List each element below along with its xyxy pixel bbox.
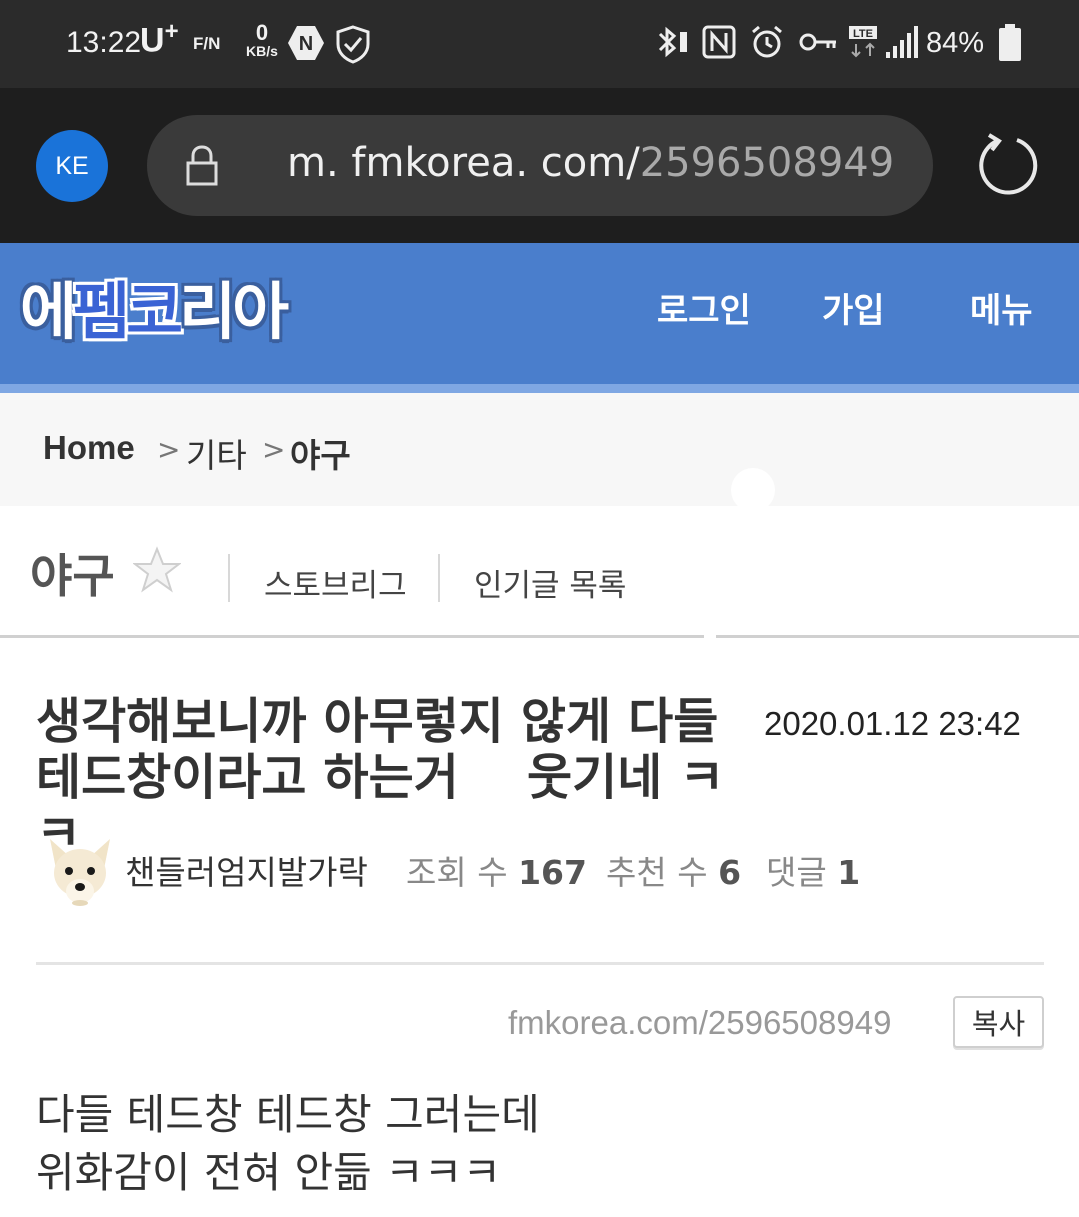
site-header: 에펨코리아 로그인 가입 메뉴: [0, 243, 1079, 384]
profile-avatar[interactable]: KE: [36, 130, 108, 202]
author-avatar[interactable]: [44, 835, 116, 907]
shield-check-icon: [334, 24, 372, 68]
alarm-icon: [749, 24, 785, 64]
key-icon: [798, 24, 838, 64]
login-link[interactable]: 로그인: [657, 283, 751, 332]
post-body: 다들 테드창 테드창 그러는데 위화감이 전혀 안듦 ㅋㅋㅋ: [36, 1086, 540, 1202]
join-link[interactable]: 가입: [822, 283, 885, 332]
carrier-sub-label: F/N: [193, 34, 221, 53]
lte-icon: LTE: [848, 24, 878, 64]
board-nav: 야구 스토브리그 인기글 목록: [0, 506, 1079, 636]
board-link-stove-league[interactable]: 스토브리그: [264, 560, 407, 605]
breadcrumb-separator: >: [262, 433, 286, 466]
board-underline: [0, 635, 704, 638]
signal-icon: [884, 24, 920, 64]
url-text: m. fmkorea. com/2596508949: [287, 140, 895, 186]
header-divider: [0, 384, 1079, 393]
recommend-count: 추천 수 6: [606, 853, 742, 892]
address-bar[interactable]: m. fmkorea. com/2596508949: [147, 115, 933, 216]
breadcrumb-category[interactable]: 기타: [186, 429, 247, 477]
post-short-link[interactable]: fmkorea.com/2596508949: [508, 1004, 891, 1042]
battery-percent: 84%: [926, 27, 985, 59]
lock-icon: [185, 145, 219, 191]
post-title: 생각해보니까 아무렇지 않게 다들 테드창이라고 하는거 웃기네 ㅋㅋ: [36, 693, 725, 862]
battery-icon: [998, 24, 1022, 66]
author-name[interactable]: 챈들러엄지발가락: [125, 846, 368, 894]
view-count: 조회 수 167: [406, 853, 587, 892]
divider: [438, 554, 440, 602]
status-time: 13:22: [66, 26, 142, 59]
svg-text:N: N: [299, 33, 313, 55]
breadcrumb: Home > 기타 > 야구: [0, 393, 1079, 506]
comment-count[interactable]: 댓글 1: [766, 846, 860, 894]
post-body-line: 다들 테드창 테드창 그러는데: [36, 1090, 540, 1139]
board-title[interactable]: 야구: [30, 540, 115, 606]
carrier-label: U+: [140, 18, 179, 60]
svg-text:LTE: LTE: [853, 28, 873, 40]
board-link-popular[interactable]: 인기글 목록: [474, 560, 626, 605]
post-body-line: 위화감이 전혀 안듦 ㅋㅋㅋ: [36, 1148, 502, 1197]
naver-n-icon: N: [287, 24, 325, 66]
divider: [228, 554, 230, 602]
bluetooth-icon: [654, 24, 690, 64]
breadcrumb-separator: >: [157, 433, 181, 466]
nfc-icon: [702, 24, 736, 64]
star-icon[interactable]: [132, 546, 182, 598]
copy-button[interactable]: 복사: [953, 996, 1044, 1048]
post-date: 2020.01.12 23:42: [764, 705, 1021, 742]
reload-icon[interactable]: [975, 132, 1041, 202]
breadcrumb-current[interactable]: 야구: [290, 429, 351, 477]
network-speed: 0 KB/s: [246, 20, 278, 59]
board-underline: [716, 635, 1079, 638]
menu-link[interactable]: 메뉴: [970, 283, 1033, 332]
divider: [36, 962, 1044, 965]
browser-toolbar: KE m. fmkorea. com/2596508949: [0, 88, 1079, 243]
site-logo[interactable]: 에펨코리아: [20, 261, 289, 351]
status-bar: 13:22 U+ F/N 0 KB/s N LTE 84%: [0, 0, 1079, 88]
breadcrumb-home[interactable]: Home: [43, 429, 135, 467]
